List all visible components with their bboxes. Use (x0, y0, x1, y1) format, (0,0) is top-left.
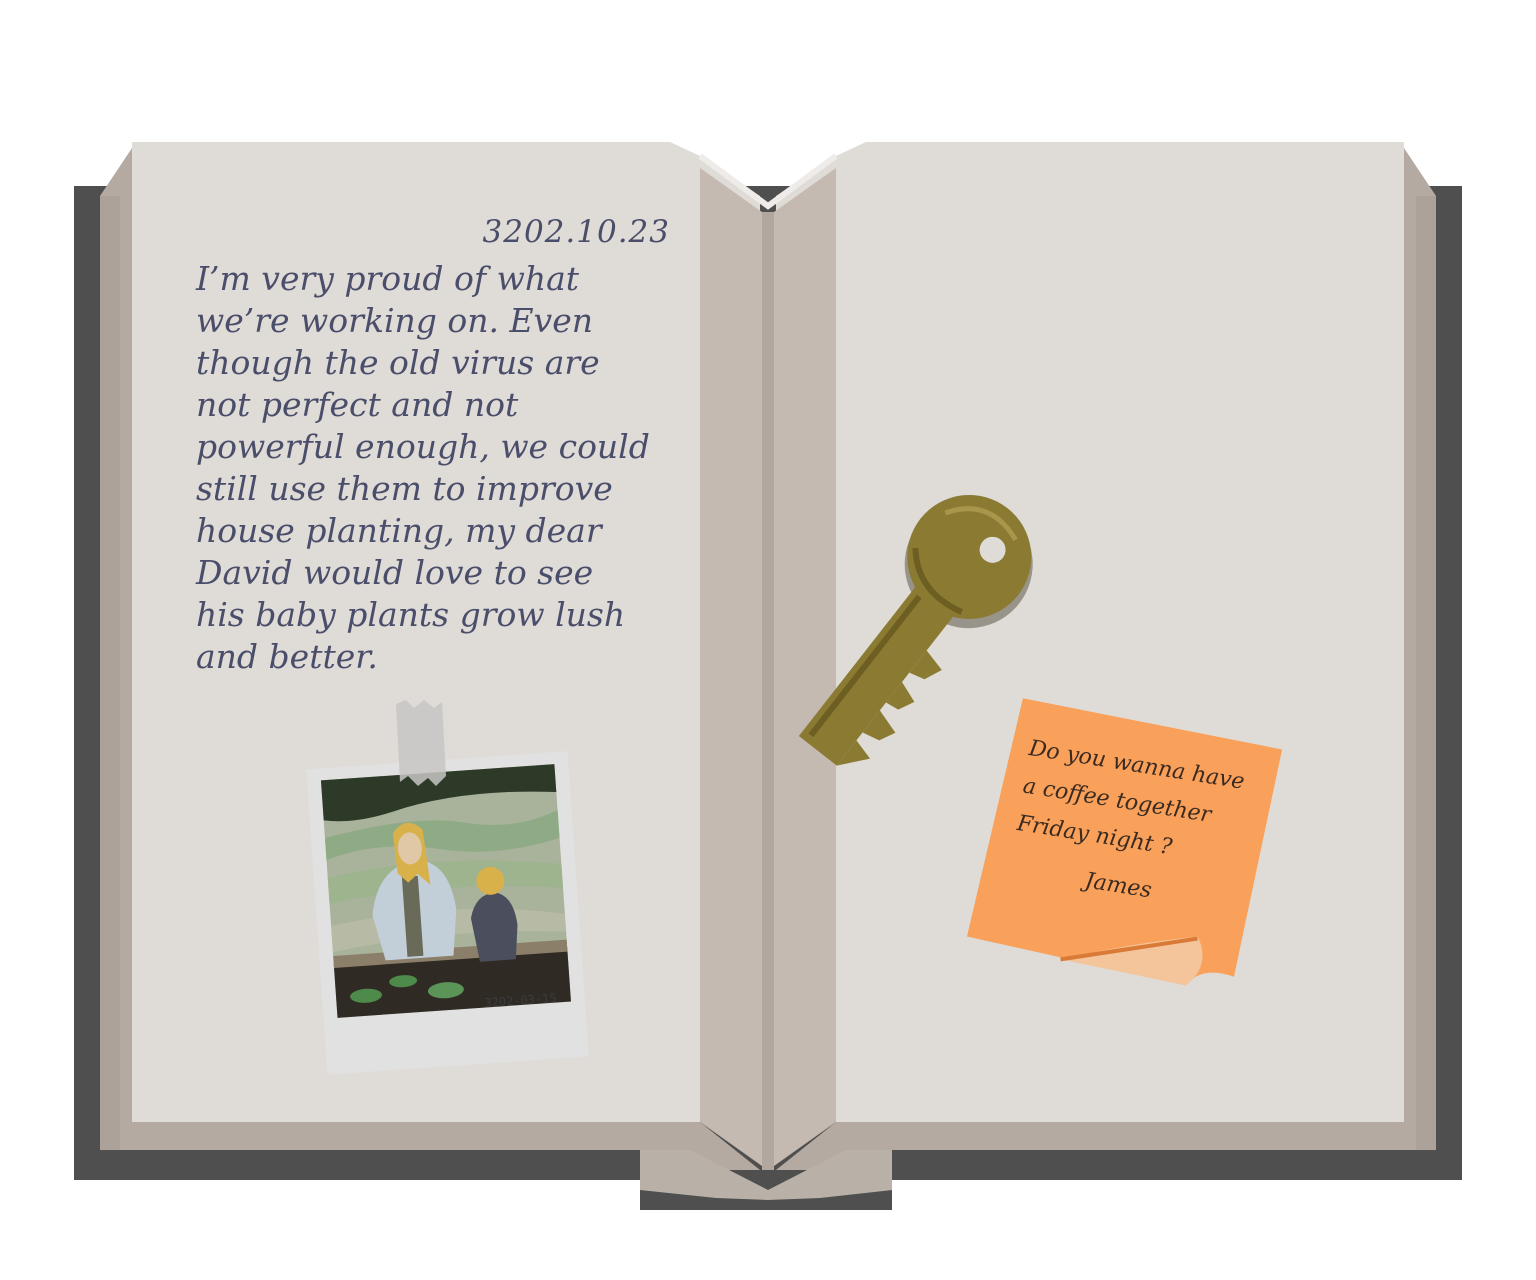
diary-entry-text: I’m very proud of what we’re working on.… (196, 258, 686, 678)
diary-scene: 3202.10.23 I’m very proud of what we’re … (0, 0, 1536, 1280)
gutter-right (774, 168, 836, 1166)
diary-line: not perfect and not (196, 385, 519, 424)
diary-line: I’m very proud of what (196, 259, 580, 298)
diary-line: his baby plants grow lush (196, 595, 626, 634)
spine-crease (762, 212, 774, 1170)
polaroid-photo (306, 751, 589, 1075)
diary-entry-date: 3202.10.23 (482, 214, 670, 250)
diary-line: house planting, my dear (196, 511, 602, 550)
diary-line: though the old virus are (196, 343, 600, 382)
gutter-left (700, 168, 762, 1166)
diary-line: we’re working on. Even (196, 301, 593, 340)
diary-line: David would love to see (196, 553, 594, 592)
tape-strip (396, 700, 446, 786)
diary-line: powerful enough, we could (196, 427, 650, 466)
diary-line: and better. (196, 637, 378, 676)
diary-line: still use them to improve (196, 469, 613, 508)
right-page (774, 142, 1404, 1130)
